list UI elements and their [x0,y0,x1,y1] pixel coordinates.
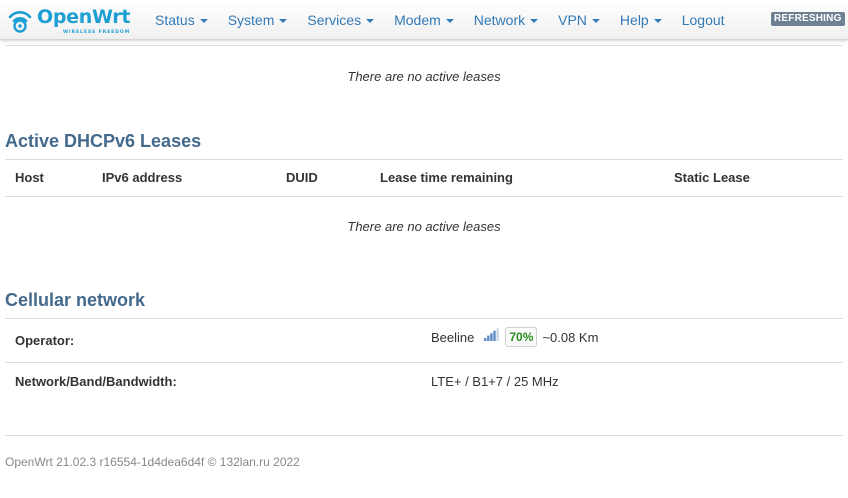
nav-item-label: System [227,11,275,28]
footer-divider [5,435,843,436]
footer-text: OpenWrt 21.02.3 r16554-1d4dea6d4f © 132l… [5,455,300,469]
brand-name: OpenWrt [37,6,131,28]
network-band-bandwidth-label: Network/Band/Bandwidth: [15,374,177,389]
signal-bar [487,335,490,341]
nav-logout-link[interactable]: Logout [682,0,725,39]
dhcp-leases-empty-message: There are no active leases [347,69,501,84]
top-navbar: OpenWrt WIRELESS FREEDOM Status System Ser… [0,0,848,40]
nav-item-label: Status [155,11,195,28]
signal-bar [493,330,497,341]
caret-down-icon [279,18,288,23]
table-header-top-border [5,159,843,160]
nav-services-menu[interactable]: Services [307,0,375,39]
operator-value: Beeline 70% ~0.08 Km [431,326,598,348]
column-host: Host [15,170,44,185]
caret-down-icon [199,18,208,23]
signal-strength-icon [484,327,500,341]
divider [5,318,843,319]
nav-item-label: Help [619,11,649,28]
divider [5,45,843,46]
nav-item-label: Network [473,11,526,28]
nav-system-menu[interactable]: System [228,0,288,39]
nav-help-menu[interactable]: Help [620,0,662,39]
operator-name: Beeline [431,329,475,345]
dhcpv6-leases-title: Active DHCPv6 Leases [5,131,202,151]
brand-tagline: WIRELESS FREEDOM [63,30,131,35]
distance-value: ~0.08 Km [542,329,599,345]
column-lease-time-remaining: Lease time remaining [380,170,513,185]
nav-network-menu[interactable]: Network [473,0,539,39]
column-ipv6-address: IPv6 address [102,170,183,185]
signal-percent-badge: 70% [505,327,538,347]
cellular-network-title: Cellular network [5,290,146,310]
caret-down-icon [445,18,454,23]
caret-down-icon [653,18,662,23]
dhcpv6-leases-empty-message: There are no active leases [347,219,501,234]
main-menu: Status System Services Modem Network VPN Help L… [155,0,745,39]
nav-modem-menu[interactable]: Modem [394,0,454,39]
nav-item-label: Logout [681,11,725,28]
page-footer: OpenWrt 21.02.3 r16554-1d4dea6d4f © 132l… [5,455,300,469]
nav-vpn-menu[interactable]: VPN [558,0,600,39]
signal-bar [484,337,487,341]
column-duid: DUID [286,170,318,185]
operator-label: Operator: [15,333,75,348]
nav-status-menu[interactable]: Status [155,0,208,39]
wifi-logo-icon [8,11,32,33]
refreshing-badge[interactable]: REFRESHING [771,12,845,26]
nav-item-label: Services [307,11,362,28]
nav-item-label: Modem [394,11,441,28]
network-band-bandwidth-value: LTE+ / B1+7 / 25 MHz [431,374,559,389]
caret-down-icon [591,18,600,23]
caret-down-icon [366,18,375,23]
signal-bar [496,327,500,341]
openwrt-logo[interactable]: OpenWrt WIRELESS FREEDOM [4,4,140,36]
nav-item-label: VPN [558,11,587,28]
table-header-bottom-border [5,196,843,197]
column-static-lease: Static Lease [674,170,750,185]
signal-bar [490,332,493,341]
divider [5,362,843,363]
caret-down-icon [530,18,539,23]
